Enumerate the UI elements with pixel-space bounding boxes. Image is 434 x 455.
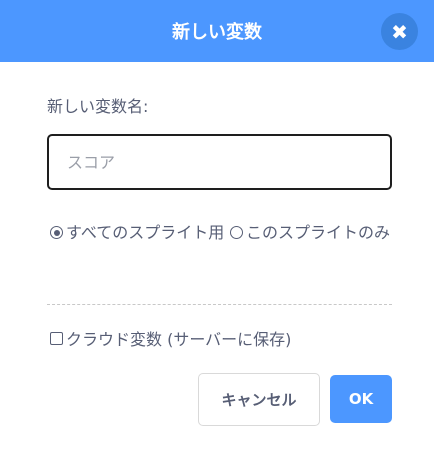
radio-all-sprites-label: すべてのスプライト用: [66, 223, 225, 242]
cancel-button[interactable]: キャンセル: [198, 373, 320, 426]
dialog-title: 新しい変数: [172, 22, 262, 43]
ok-button[interactable]: OK: [330, 375, 392, 423]
radio-all-sprites[interactable]: すべてのスプライト用: [50, 219, 230, 247]
cloud-variable-label: クラウド変数 (サーバーに保存): [66, 330, 292, 349]
variable-name-label: 新しい変数名:: [47, 97, 149, 116]
radio-this-sprite-label: このスプライトのみ: [246, 223, 391, 242]
close-icon: ✖: [391, 19, 408, 44]
radio-this-sprite[interactable]: このスプライトのみ: [230, 219, 400, 247]
radio-unselected-icon: [230, 226, 243, 239]
variable-name-input[interactable]: [47, 134, 392, 190]
divider: [47, 304, 392, 305]
radio-selected-icon: [50, 226, 63, 239]
cloud-variable-checkbox[interactable]: クラウド変数 (サーバーに保存): [50, 326, 291, 350]
checkbox-icon: [50, 331, 63, 345]
new-variable-dialog: 新しい変数 ✖ 新しい変数名: すべてのスプライト用 このスプライトのみ クラウ…: [0, 0, 434, 455]
close-button[interactable]: ✖: [381, 13, 418, 50]
dialog-header: 新しい変数 ✖: [0, 0, 434, 62]
